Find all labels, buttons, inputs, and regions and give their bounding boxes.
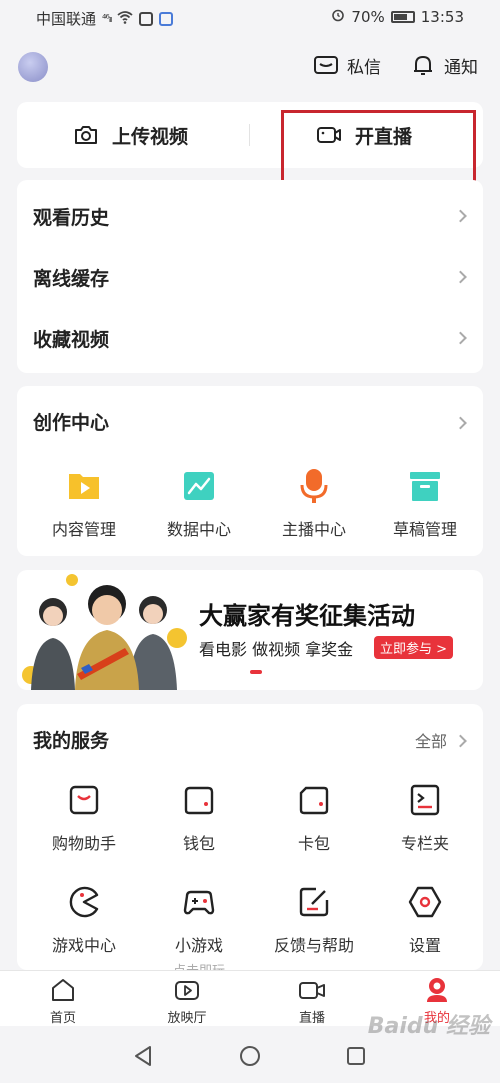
shopping-assistant-label: 购物助手 bbox=[51, 834, 116, 853]
wallet-icon bbox=[184, 786, 214, 815]
home-icon bbox=[52, 979, 74, 1001]
clock: 13:53 bbox=[420, 8, 464, 26]
mini-games-label: 小游戏 bbox=[174, 936, 223, 955]
join-now-button[interactable]: 立即参与 > bbox=[374, 636, 454, 659]
data-center-item[interactable]: 数据中心 bbox=[141, 466, 257, 540]
nav-home[interactable]: 首页 bbox=[13, 975, 113, 1026]
top-bar: 私信 通知 bbox=[0, 38, 500, 94]
baidu-watermark: Baidu 经验 bbox=[367, 1014, 490, 1039]
creator-center-title[interactable]: 创作中心 bbox=[33, 408, 109, 435]
theater-play-icon bbox=[175, 981, 199, 1000]
chevron-right-icon bbox=[454, 209, 467, 223]
camera-icon bbox=[75, 126, 97, 144]
upload-video-button[interactable]: 上传视频 bbox=[72, 102, 188, 168]
shopping-assistant-item[interactable]: 购物助手 bbox=[26, 780, 142, 854]
chevron-right-icon bbox=[454, 270, 467, 284]
game-center-item[interactable]: 游戏中心 bbox=[26, 882, 142, 956]
messages-label: 私信 bbox=[347, 57, 381, 78]
notifications-button[interactable]: 通知 bbox=[410, 52, 478, 78]
archive-box-icon bbox=[410, 472, 440, 501]
battery-icon bbox=[390, 11, 415, 23]
column-folder-item[interactable]: 专栏夹 bbox=[367, 780, 483, 854]
alarm-icon bbox=[331, 8, 345, 26]
favorite-videos-row[interactable]: 收藏视频 bbox=[17, 307, 483, 369]
draft-management-label: 草稿管理 bbox=[392, 520, 457, 539]
wifi-icon bbox=[117, 10, 134, 28]
nav-theater[interactable]: 放映厅 bbox=[137, 975, 237, 1026]
anchor-center-item[interactable]: 主播中心 bbox=[256, 466, 372, 540]
offline-cache-row[interactable]: 离线缓存 bbox=[17, 246, 483, 308]
card-wallet-label: 卡包 bbox=[297, 834, 330, 853]
settings-item[interactable]: 设置 bbox=[367, 882, 483, 956]
history-card: 观看历史 离线缓存 收藏视频 bbox=[17, 180, 483, 373]
data-center-label: 数据中心 bbox=[166, 520, 231, 539]
carrier-name: 中国联通 bbox=[36, 10, 97, 28]
live-camera-icon bbox=[299, 982, 325, 999]
nav-theater-label: 放映厅 bbox=[167, 1011, 207, 1026]
battery-percent: 70% bbox=[351, 8, 385, 26]
banner-subtitle: 看电影 做视频 拿奖金 bbox=[199, 640, 354, 659]
back-triangle-icon[interactable] bbox=[133, 1045, 153, 1067]
creator-center-card: 创作中心 内容管理 数据中心 主播中心 草稿管理 bbox=[17, 386, 483, 556]
game-center-label: 游戏中心 bbox=[51, 936, 116, 955]
chevron-right-icon[interactable] bbox=[454, 416, 467, 430]
offline-cache-label: 离线缓存 bbox=[33, 267, 110, 290]
my-services-card: 我的服务 全部 购物助手 钱包 卡包 专栏夹 游戏中心 小游戏 点击即玩 反馈与… bbox=[17, 704, 483, 979]
status-bar: 中国联通 ⁴⁶ᵢₗₗ 70% 13:53 bbox=[0, 0, 500, 36]
promo-banner[interactable]: 大赢家有奖征集活动 看电影 做视频 拿奖金 立即参与 > bbox=[17, 570, 483, 690]
banner-title: 大赢家有奖征集活动 bbox=[199, 602, 415, 630]
avatar[interactable] bbox=[18, 52, 48, 82]
home-circle-icon[interactable] bbox=[239, 1045, 261, 1067]
my-services-title: 我的服务 bbox=[33, 730, 110, 752]
mini-games-item[interactable]: 小游戏 点击即玩 bbox=[141, 882, 257, 979]
app-notification-icon bbox=[139, 11, 154, 26]
banner-people-illustration bbox=[22, 574, 187, 690]
bell-icon bbox=[414, 55, 432, 75]
chart-icon bbox=[184, 472, 214, 500]
shopping-bag-icon bbox=[69, 785, 99, 815]
signal-icon: ⁴⁶ᵢₗₗ bbox=[102, 12, 112, 25]
play-folder-icon bbox=[69, 474, 99, 499]
chevron-right-icon bbox=[454, 331, 467, 345]
carousel-indicator bbox=[250, 670, 262, 674]
nav-home-label: 首页 bbox=[49, 1011, 76, 1026]
card-wallet-icon bbox=[299, 786, 329, 815]
notifications-label: 通知 bbox=[444, 57, 478, 78]
column-folder-label: 专栏夹 bbox=[400, 834, 449, 853]
column-folder-icon bbox=[410, 784, 440, 816]
card-wallet-item[interactable]: 卡包 bbox=[256, 780, 372, 854]
wallet-item[interactable]: 钱包 bbox=[141, 780, 257, 854]
app-notification-icon-2 bbox=[159, 11, 174, 26]
watch-history-label: 观看历史 bbox=[33, 206, 110, 229]
watch-history-row[interactable]: 观看历史 bbox=[17, 185, 483, 247]
microphone-icon bbox=[300, 469, 328, 503]
anchor-center-label: 主播中心 bbox=[281, 520, 346, 539]
favorite-videos-label: 收藏视频 bbox=[33, 328, 110, 351]
mail-icon bbox=[314, 56, 338, 74]
recents-square-icon[interactable] bbox=[346, 1046, 366, 1066]
divider bbox=[249, 124, 250, 146]
messages-button[interactable]: 私信 bbox=[313, 52, 381, 78]
nav-live[interactable]: 直播 bbox=[262, 975, 362, 1026]
chevron-right-icon[interactable] bbox=[454, 734, 467, 748]
content-management-label: 内容管理 bbox=[51, 520, 116, 539]
upload-video-label: 上传视频 bbox=[112, 125, 189, 148]
draft-management-item[interactable]: 草稿管理 bbox=[367, 466, 483, 540]
gamepad-icon bbox=[183, 890, 215, 915]
wallet-label: 钱包 bbox=[182, 834, 215, 853]
settings-label: 设置 bbox=[408, 936, 441, 955]
feedback-help-item[interactable]: 反馈与帮助 bbox=[256, 882, 372, 956]
feedback-edit-icon bbox=[299, 887, 329, 917]
profile-icon bbox=[427, 978, 447, 1002]
feedback-help-label: 反馈与帮助 bbox=[273, 936, 354, 955]
pacman-icon bbox=[69, 886, 99, 918]
all-services-link[interactable]: 全部 bbox=[415, 728, 447, 752]
nav-live-label: 直播 bbox=[298, 1011, 325, 1026]
settings-hexagon-icon bbox=[408, 886, 442, 918]
content-management-item[interactable]: 内容管理 bbox=[26, 466, 142, 540]
